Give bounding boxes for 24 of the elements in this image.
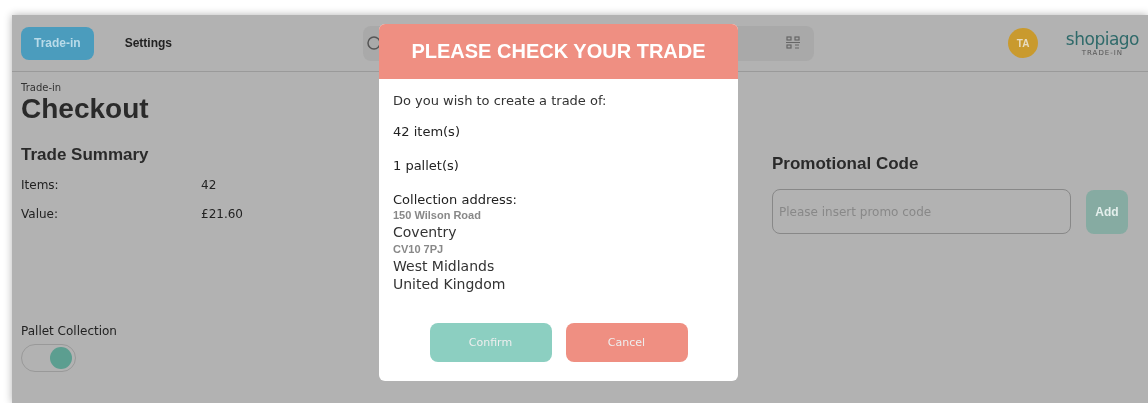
address-line: United Kingdom bbox=[393, 275, 507, 293]
breadcrumb: Trade-in bbox=[21, 82, 62, 93]
section-title: Promotional Code bbox=[772, 154, 919, 174]
address-label: Collection address: bbox=[393, 192, 518, 207]
dialog-title: PLEASE CHECK YOUR TRADE bbox=[379, 24, 738, 79]
summary-label: Value: bbox=[21, 206, 59, 221]
item-count: 42 item(s) bbox=[393, 124, 461, 139]
page-title: Checkout bbox=[21, 93, 149, 125]
address-line: 150 Wilson Road bbox=[393, 208, 482, 223]
nav-tab[interactable]: Trade-in bbox=[21, 26, 94, 60]
user-avatar[interactable]: TA bbox=[1008, 28, 1038, 58]
summary-value: £21.60 bbox=[201, 206, 243, 221]
pallet-count: 1 pallet(s) bbox=[393, 158, 460, 173]
address-line: West Midlands bbox=[393, 257, 496, 275]
summary-label: Items: bbox=[21, 177, 60, 192]
section-title: Trade Summary bbox=[21, 145, 149, 165]
cancel-button[interactable]: Cancel bbox=[565, 323, 688, 362]
confirm-button[interactable]: Confirm bbox=[429, 323, 552, 362]
dialog-question: Do you wish to create a trade of: bbox=[393, 93, 608, 108]
nav-tab[interactable]: Settings bbox=[111, 26, 186, 60]
address-line: CV10 7PJ bbox=[393, 242, 445, 257]
toggle-label: Pallet Collection bbox=[21, 324, 118, 338]
summary-value: 42 bbox=[201, 177, 217, 192]
address-line: Coventry bbox=[393, 223, 458, 241]
